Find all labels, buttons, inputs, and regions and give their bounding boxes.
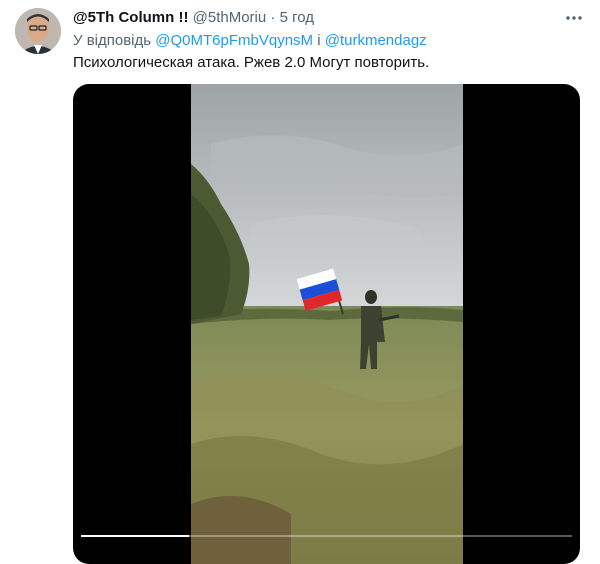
mention-link[interactable]: @turkmendagz — [325, 32, 427, 49]
video-player[interactable] — [73, 84, 580, 564]
tweet[interactable]: @5Th Column !! @5thMoriu · 5 год У відпо… — [0, 0, 600, 564]
mention-link[interactable]: @Q0MT6pFmbVqynsM — [155, 32, 313, 49]
reply-prefix: У відповідь — [73, 32, 152, 49]
video-progress-fill — [81, 535, 190, 537]
video-still-image — [191, 84, 463, 564]
tweet-text: Психологическая атака. Ржев 2.0 Могут по… — [73, 54, 430, 71]
avatar[interactable] — [15, 8, 61, 54]
separator-dot: · — [270, 9, 276, 26]
video-progress-bar[interactable] — [81, 535, 572, 537]
timestamp[interactable]: 5 год — [280, 9, 314, 26]
reply-joiner: і — [317, 32, 321, 49]
video-frame[interactable] — [191, 84, 463, 564]
more-icon[interactable] — [564, 8, 584, 28]
tweet-header: @5Th Column !! @5thMoriu · 5 год — [73, 8, 314, 28]
display-name[interactable]: @5Th Column !! — [73, 9, 188, 26]
reply-context: У відповідь @Q0MT6pFmbVqynsM і @turkmend… — [73, 31, 427, 51]
user-handle[interactable]: @5thMoriu — [193, 9, 267, 26]
